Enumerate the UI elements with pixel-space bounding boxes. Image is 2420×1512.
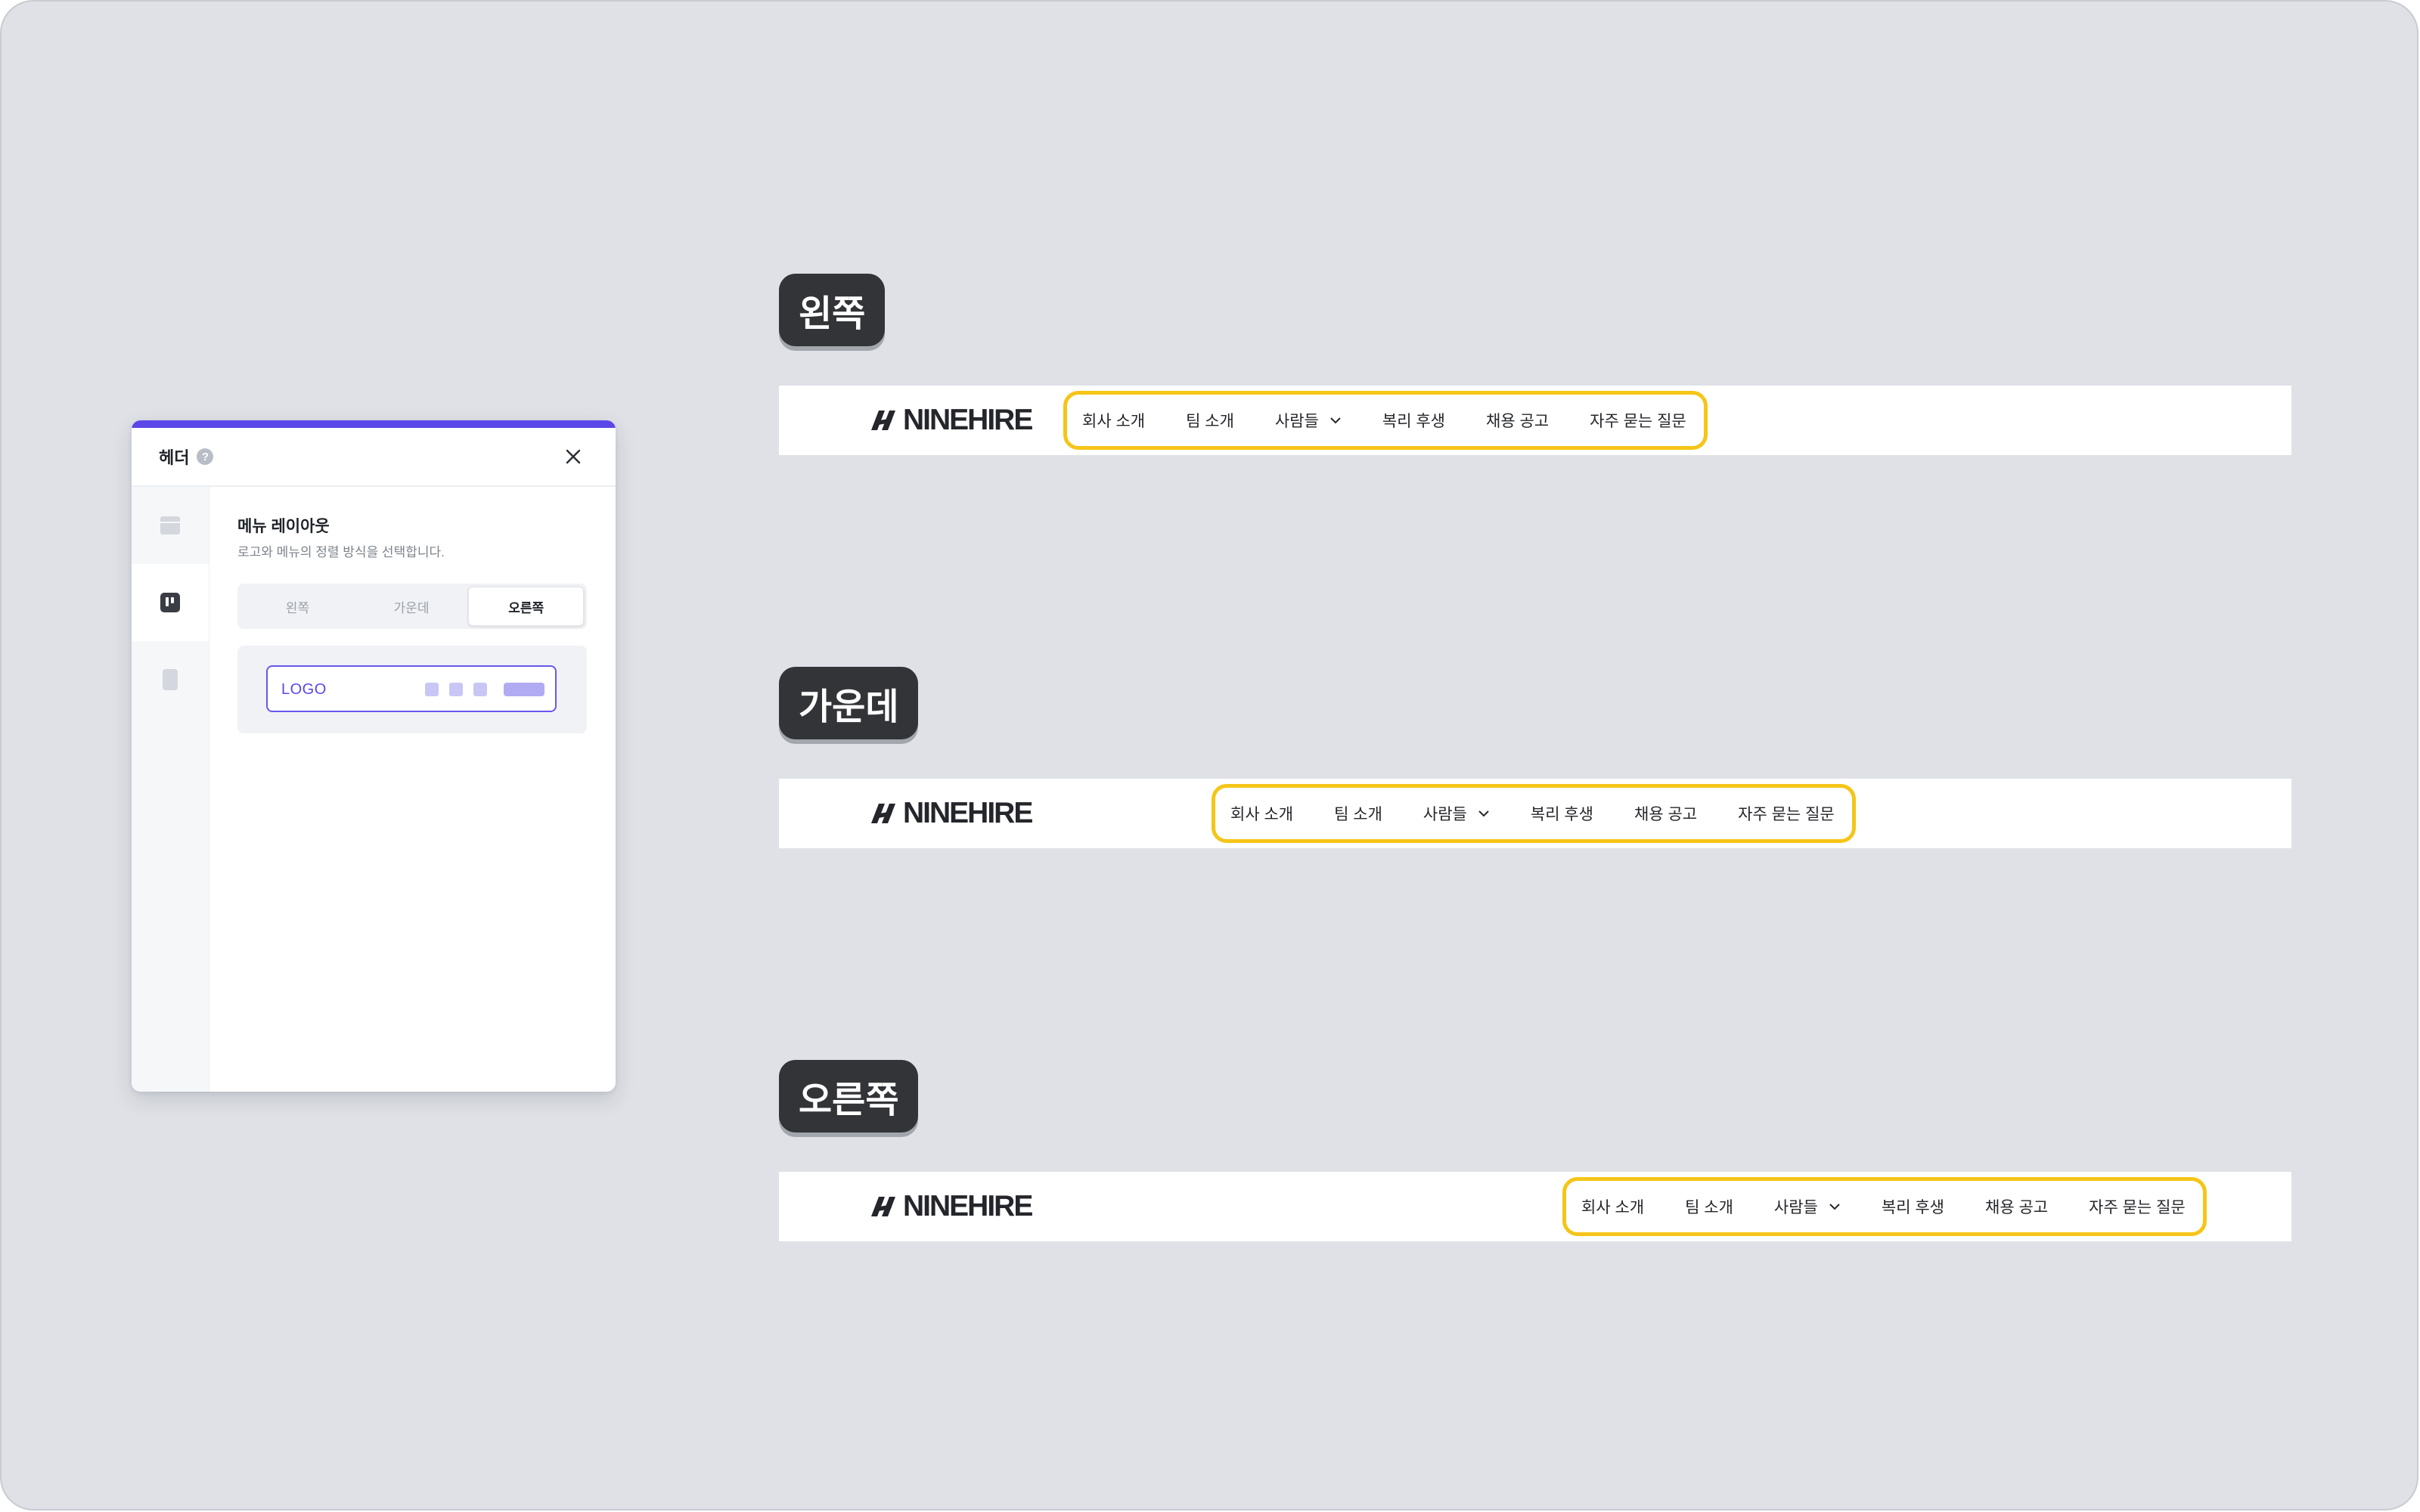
menu-item-people[interactable]: 사람들 (1774, 1195, 1841, 1218)
menu-item-company[interactable]: 회사 소개 (1581, 1195, 1644, 1218)
layout-icon (160, 516, 180, 534)
variant-label-center: 가운데 (779, 667, 919, 739)
header-settings-panel: 헤더 ? 메뉴 레이아웃 로고와 메뉴의 정렬 방식을 선택합니다. 왼쪽 가운… (132, 420, 616, 1092)
menu-item-label: 사람들 (1274, 413, 1319, 430)
menu-item-benefits[interactable]: 복리 후생 (1382, 409, 1445, 432)
brand-logo[interactable]: NINEHIRE (870, 1190, 1033, 1223)
brand-name: NINEHIRE (903, 1190, 1033, 1222)
menu-item-faq[interactable]: 자주 묻는 질문 (2089, 1195, 2186, 1218)
ninehire-logo-icon (871, 411, 895, 430)
preview-header-bar: LOGO (266, 665, 557, 712)
menu-item-label: 사람들 (1773, 1199, 1818, 1216)
layout-preview: LOGO (237, 646, 587, 733)
menu-group: 회사 소개 팀 소개 사람들 복리 후생 채용 공고 자주 묻는 질문 (1562, 1177, 2207, 1236)
ninehire-logo-icon (871, 1197, 895, 1216)
menu-item-people[interactable]: 사람들 (1275, 409, 1342, 432)
menu-item-jobs[interactable]: 채용 공고 (1985, 1195, 2048, 1218)
menu-item-benefits[interactable]: 복리 후생 (1531, 802, 1593, 825)
brand-name: NINEHIRE (903, 797, 1033, 829)
preview-button (504, 683, 544, 696)
ninehire-logo-icon (871, 804, 895, 823)
panel-title: 헤더 (159, 448, 190, 467)
brand-logo[interactable]: NINEHIRE (870, 797, 1033, 830)
panel-accent-bar (132, 420, 616, 428)
chevron-down-icon (1478, 810, 1489, 817)
nav-strip-left: NINEHIRE 회사 소개 팀 소개 사람들 복리 후생 채용 공고 자주 묻… (779, 386, 2291, 455)
menu-layout-icon (160, 593, 180, 612)
option-center[interactable]: 가운데 (355, 587, 469, 626)
menu-group: 회사 소개 팀 소개 사람들 복리 후생 채용 공고 자주 묻는 질문 (1063, 391, 1708, 450)
preview-menu-item (473, 683, 487, 696)
panel-header: 헤더 ? (132, 428, 616, 487)
menu-item-label: 사람들 (1423, 806, 1467, 823)
canvas: 헤더 ? 메뉴 레이아웃 로고와 메뉴의 정렬 방식을 선택합니다. 왼쪽 가운… (0, 0, 2418, 1510)
section-title: 메뉴 레이아웃 (237, 518, 330, 535)
menu-item-team[interactable]: 팀 소개 (1685, 1195, 1733, 1218)
variant-label-right: 오른쪽 (779, 1060, 919, 1132)
mobile-icon (163, 669, 178, 690)
sidebar-tab-menu-layout[interactable] (132, 564, 209, 641)
chevron-down-icon (1330, 417, 1341, 424)
menu-item-faq[interactable]: 자주 묻는 질문 (1738, 802, 1835, 825)
panel-sidebar (132, 487, 209, 1092)
nav-strip-right: NINEHIRE 회사 소개 팀 소개 사람들 복리 후생 채용 공고 자주 묻… (779, 1172, 2291, 1241)
option-right[interactable]: 오른쪽 (468, 587, 585, 626)
menu-group: 회사 소개 팀 소개 사람들 복리 후생 채용 공고 자주 묻는 질문 (1212, 784, 1856, 843)
nav-strip-center: NINEHIRE 회사 소개 팀 소개 사람들 복리 후생 채용 공고 자주 묻… (779, 779, 2291, 848)
menu-item-people[interactable]: 사람들 (1423, 802, 1490, 825)
section-description: 로고와 메뉴의 정렬 방식을 선택합니다. (237, 545, 445, 559)
menu-item-team[interactable]: 팀 소개 (1334, 802, 1382, 825)
preview-logo: LOGO (281, 681, 327, 698)
question-icon[interactable]: ? (197, 448, 214, 465)
sidebar-tab-mobile[interactable] (132, 641, 209, 718)
panel-main: 메뉴 레이아웃 로고와 메뉴의 정렬 방식을 선택합니다. 왼쪽 가운데 오른쪽… (237, 487, 587, 1092)
brand-logo[interactable]: NINEHIRE (870, 404, 1033, 437)
close-button[interactable] (558, 442, 588, 472)
chevron-down-icon (1829, 1204, 1840, 1210)
menu-item-faq[interactable]: 자주 묻는 질문 (1590, 409, 1686, 432)
menu-item-jobs[interactable]: 채용 공고 (1634, 802, 1697, 825)
close-icon (566, 449, 581, 464)
option-left[interactable]: 왼쪽 (240, 587, 355, 626)
menu-item-jobs[interactable]: 채용 공고 (1486, 409, 1549, 432)
preview-menu-item (449, 683, 463, 696)
menu-item-company[interactable]: 회사 소개 (1230, 802, 1293, 825)
preview-menu-item (425, 683, 439, 696)
menu-item-team[interactable]: 팀 소개 (1186, 409, 1234, 432)
menu-item-benefits[interactable]: 복리 후생 (1882, 1195, 1944, 1218)
alignment-segmented-control: 왼쪽 가운데 오른쪽 (237, 584, 587, 629)
sidebar-tab-layout[interactable] (132, 487, 209, 564)
brand-name: NINEHIRE (903, 404, 1033, 436)
variant-label-left: 왼쪽 (779, 274, 886, 346)
menu-item-company[interactable]: 회사 소개 (1082, 409, 1145, 432)
